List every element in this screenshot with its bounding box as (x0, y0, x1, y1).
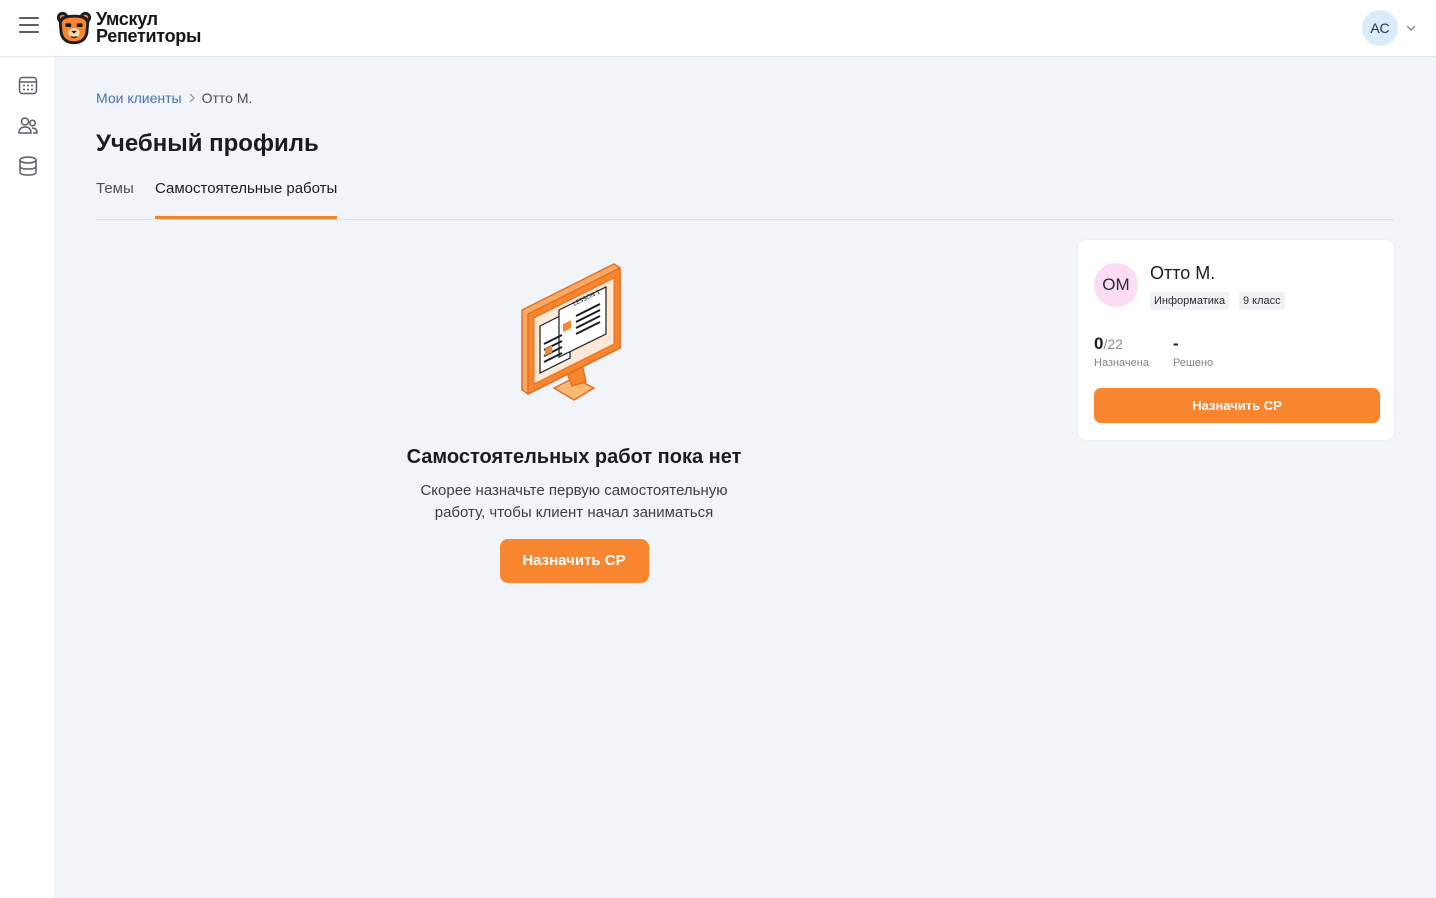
tabs: Темы Самостоятельные работы (96, 180, 1394, 220)
calendar-icon[interactable] (17, 74, 39, 96)
assigned-total: /22 (1103, 336, 1123, 352)
client-avatar: ОМ (1094, 263, 1138, 307)
breadcrumb-current: Отто М. (201, 90, 253, 106)
tab-topics[interactable]: Темы (96, 180, 134, 220)
tab-independent-works[interactable]: Самостоятельные работы (155, 180, 338, 219)
sidebar (0, 57, 56, 898)
bear-logo-icon (56, 11, 92, 45)
database-icon[interactable] (17, 155, 39, 177)
client-card: ОМ Отто М. Информатика 9 класс 0/22 Назн… (1077, 239, 1395, 441)
card-assign-work-button[interactable]: Назначить СР (1094, 388, 1380, 423)
solved-label: Решено (1173, 357, 1214, 369)
breadcrumb-my-clients-link[interactable]: Мои клиенты (96, 90, 182, 106)
solved-value: - (1173, 334, 1179, 353)
logo[interactable]: Умскул Репетиторы (55, 8, 225, 48)
logo-text: Умскул Репетиторы (96, 10, 202, 46)
top-bar: Умскул Репетиторы АС (0, 0, 1436, 57)
empty-state: LESSON 1 Самостоятельных работ пока нет … (400, 258, 748, 583)
menu-icon[interactable] (19, 17, 41, 39)
grade-badge: 9 класс (1239, 292, 1285, 310)
empty-state-title: Самостоятельных работ пока нет (406, 446, 742, 468)
logo-line-2: Репетиторы (96, 26, 202, 46)
page-title: Учебный профиль (96, 130, 319, 157)
empty-state-description: Скорее назначьте первую самостоятельную … (420, 482, 728, 521)
user-avatar[interactable]: АС (1362, 10, 1398, 46)
assigned-count: 0/22 (1094, 334, 1123, 354)
users-icon[interactable] (17, 115, 39, 137)
chevron-down-icon[interactable] (1405, 22, 1417, 34)
chevron-right-icon (189, 93, 195, 103)
monitor-illustration: LESSON 1 (521, 263, 621, 401)
subject-badge: Информатика (1150, 292, 1230, 310)
breadcrumb: Мои клиенты Отто М. (96, 90, 252, 106)
assign-work-button[interactable]: Назначить СР (499, 539, 649, 583)
client-name: Отто М. (1150, 263, 1216, 283)
assigned-label: Назначена (1094, 357, 1149, 369)
